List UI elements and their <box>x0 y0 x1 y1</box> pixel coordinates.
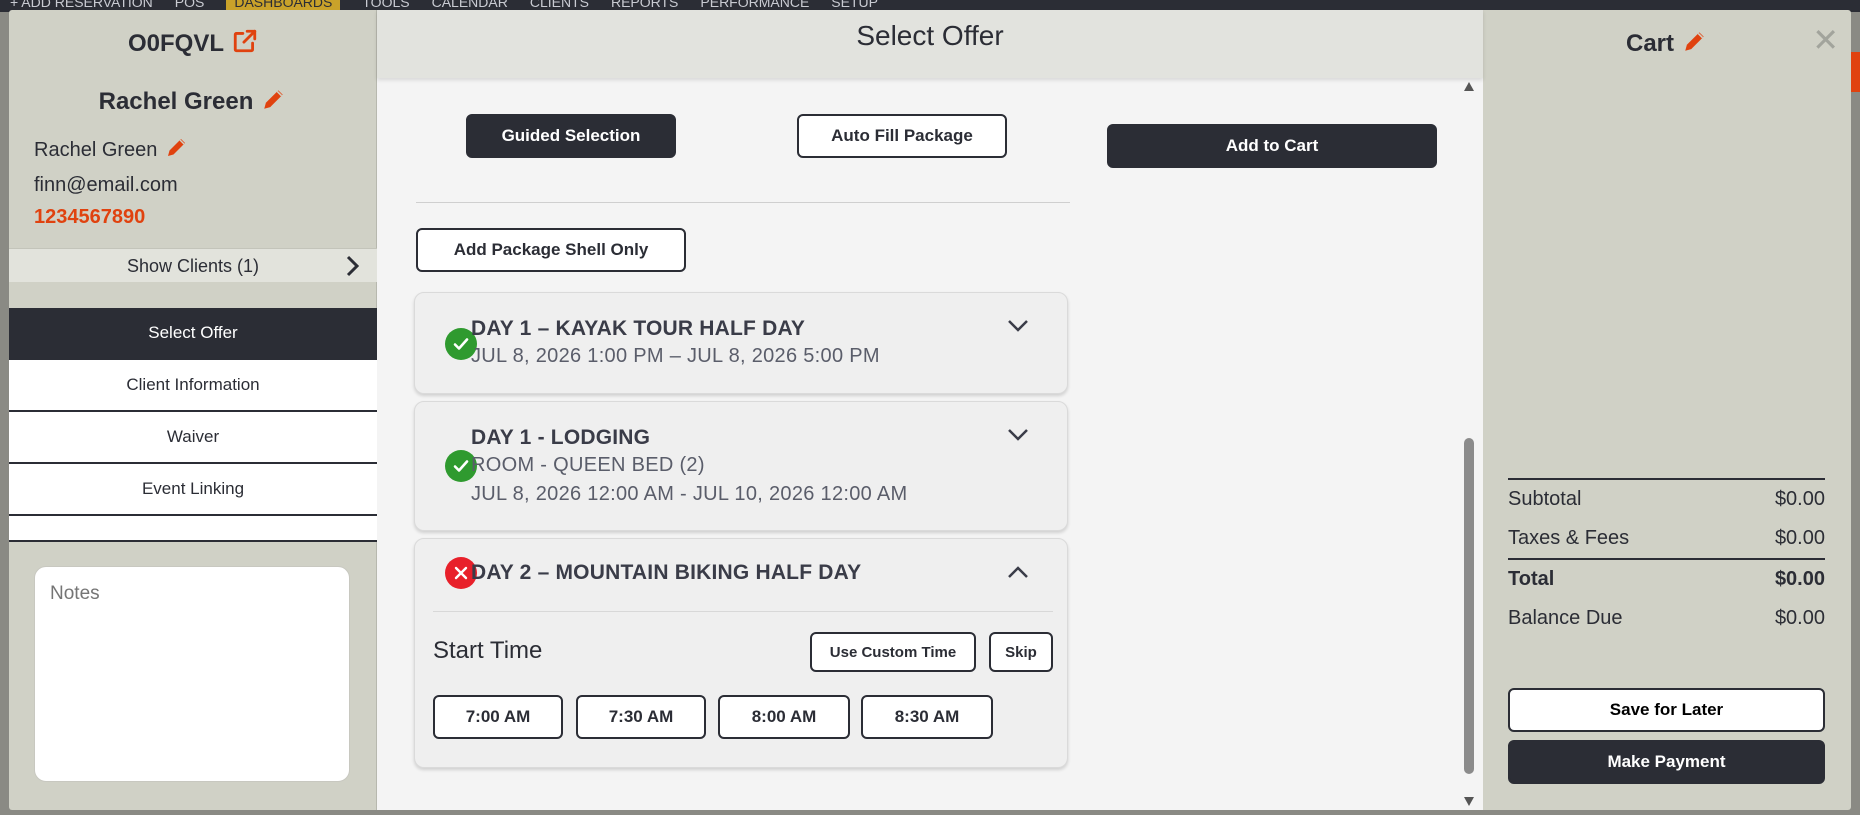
cart-title: Cart <box>1483 28 1851 61</box>
add-package-shell-button[interactable]: Add Package Shell Only <box>416 228 686 272</box>
client-info: Rachel Green finn@email.com 1234567890 <box>34 134 189 233</box>
bg-nav-dashboards: DASHBOARDS <box>226 0 341 10</box>
bg-nav-reports: REPORTS <box>610 0 679 10</box>
client-panel: O0FQVL Rachel Green Rachel Green finn@em… <box>9 10 377 810</box>
bg-nav-calendar: CALENDAR <box>431 0 508 10</box>
item-title: DAY 2 – MOUNTAIN BIKING HALF DAY <box>471 561 862 584</box>
nav-client-information[interactable]: Client Information <box>9 360 377 412</box>
reservation-code-text: O0FQVL <box>127 30 224 57</box>
item-title: DAY 1 – KAYAK TOUR HALF DAY <box>471 317 806 340</box>
bg-nav-performance: PERFORMANCE <box>700 0 810 10</box>
vertical-scrollbar[interactable] <box>1461 78 1477 810</box>
client-name-header: Rachel Green <box>9 86 377 119</box>
package-item-biking-card: DAY 2 – MOUNTAIN BIKING HALF DAY Start T… <box>414 538 1068 768</box>
client-name-row: Rachel Green <box>34 134 189 169</box>
balance-label: Balance Due <box>1508 607 1623 629</box>
balance-row: Balance Due $0.00 <box>1508 599 1825 638</box>
package-item-lodging-card[interactable]: DAY 1 - LODGING ROOM - QUEEN BED (2) JUL… <box>414 401 1068 531</box>
bg-nav-pos: POS <box>174 0 205 10</box>
chevron-right-icon <box>345 254 361 289</box>
nav-select-offer[interactable]: Select Offer <box>9 308 377 360</box>
scroll-up-arrow-icon[interactable] <box>1464 82 1474 91</box>
cart-panel: Cart ✕ Subtotal $0.00 Taxes & Fees $0.00 T… <box>1483 10 1851 810</box>
taxes-value: $0.00 <box>1774 527 1825 549</box>
time-slot-button[interactable]: 7:00 AM <box>433 695 563 739</box>
bg-nav-add-reservation: + ADD RESERVATION <box>10 0 153 10</box>
notes-field[interactable] <box>34 566 350 782</box>
page-title: Select Offer <box>377 10 1483 78</box>
use-custom-time-button[interactable]: Use Custom Time <box>810 632 976 672</box>
subtotal-label: Subtotal <box>1508 488 1582 510</box>
subtotal-row: Subtotal $0.00 <box>1508 480 1825 519</box>
subtotal-value: $0.00 <box>1774 488 1825 510</box>
nav-waiver[interactable]: Waiver <box>9 412 377 464</box>
time-slot-button[interactable]: 7:30 AM <box>576 695 706 739</box>
package-item-kayak-card[interactable]: DAY 1 – KAYAK TOUR HALF DAY JUL 8, 2026 … <box>414 292 1068 394</box>
chevron-up-icon[interactable] <box>1007 565 1029 584</box>
section-divider <box>416 202 1070 203</box>
close-icon[interactable]: ✕ <box>1812 24 1839 56</box>
client-email: finn@email.com <box>34 174 178 196</box>
card-divider <box>433 611 1053 612</box>
start-time-label: Start Time <box>433 637 543 664</box>
item-room: ROOM - QUEEN BED (2) <box>471 454 705 476</box>
nav-empty-item <box>9 516 377 542</box>
client-name: Rachel Green <box>34 139 158 161</box>
show-clients-toggle[interactable]: Show Clients (1) <box>9 248 377 282</box>
cart-title-text: Cart <box>1625 30 1674 57</box>
guided-selection-button[interactable]: Guided Selection <box>466 114 676 158</box>
item-dates: JUL 8, 2026 12:00 AM - JUL 10, 2026 12:0… <box>471 483 908 505</box>
client-phone[interactable]: 1234567890 <box>34 201 189 233</box>
reservation-code: O0FQVL <box>9 28 377 61</box>
bg-nav-clients: CLIENTS <box>529 0 589 10</box>
skip-button[interactable]: Skip <box>989 632 1053 672</box>
save-for-later-button[interactable]: Save for Later <box>1508 688 1825 732</box>
chevron-down-icon[interactable] <box>1007 319 1029 338</box>
nav-event-linking[interactable]: Event Linking <box>9 464 377 516</box>
time-slot-button[interactable]: 8:30 AM <box>861 695 993 739</box>
chevron-down-icon[interactable] <box>1007 428 1029 447</box>
edit-client-pencil-icon[interactable] <box>165 135 189 169</box>
balance-value: $0.00 <box>1774 607 1825 629</box>
item-dates: JUL 8, 2026 1:00 PM – JUL 8, 2026 5:00 P… <box>471 345 880 367</box>
add-to-cart-button[interactable]: Add to Cart <box>1107 124 1437 168</box>
total-row: Total $0.00 <box>1508 560 1825 599</box>
scroll-down-arrow-icon[interactable] <box>1464 797 1474 806</box>
bg-nav-setup: SETUP <box>831 0 878 10</box>
taxes-label: Taxes & Fees <box>1508 527 1630 549</box>
scrollbar-thumb[interactable] <box>1464 438 1474 774</box>
bg-nav-tools: TOOLS <box>362 0 410 10</box>
edit-pencil-icon[interactable] <box>261 86 287 119</box>
item-title: DAY 1 - LODGING <box>471 426 651 449</box>
step-navigation: Select Offer Client Information Waiver E… <box>9 308 377 542</box>
client-name-header-text: Rachel Green <box>98 88 254 115</box>
total-label: Total <box>1508 568 1555 590</box>
external-link-icon[interactable] <box>232 28 258 61</box>
background-nav: + ADD RESERVATION POS DASHBOARDS TOOLS C… <box>10 0 878 10</box>
cart-totals: Subtotal $0.00 Taxes & Fees $0.00 Total $0.… <box>1508 478 1825 638</box>
total-value: $0.00 <box>1774 568 1825 590</box>
show-clients-label: Show Clients (1) <box>126 256 260 276</box>
make-payment-button[interactable]: Make Payment <box>1508 740 1825 784</box>
edit-cart-pencil-icon[interactable] <box>1682 28 1708 61</box>
taxes-row: Taxes & Fees $0.00 <box>1508 519 1825 558</box>
auto-fill-package-button[interactable]: Auto Fill Package <box>797 114 1007 158</box>
time-slot-button[interactable]: 8:00 AM <box>718 695 850 739</box>
